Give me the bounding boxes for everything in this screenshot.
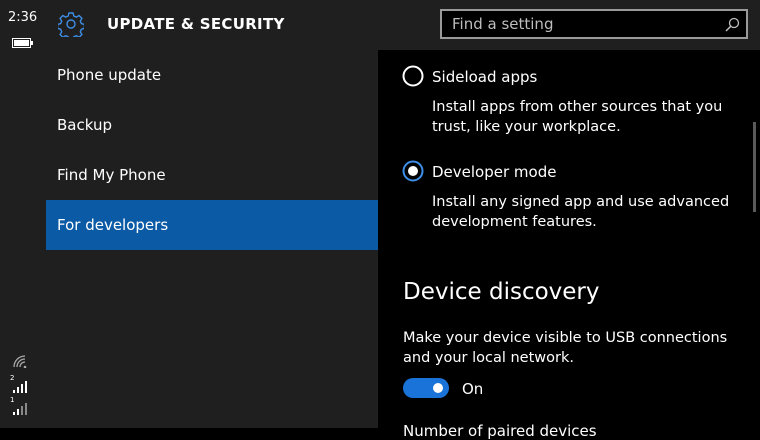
sim1-number: 2 [10,374,15,382]
signal-bars-icon [13,381,27,393]
developer-mode-description: Install any signed app and use advanced … [432,194,730,230]
sidebar-item-phone-update[interactable]: Phone update [46,50,378,100]
device-discovery-toggle[interactable] [403,378,449,398]
wifi-icon [13,355,27,368]
signal-sim1: 2 [10,374,30,397]
sidebar: Phone update Backup Find My Phone For de… [46,50,378,428]
search-box[interactable] [440,9,748,39]
signal-bars-icon [13,403,27,415]
sidebar-item-for-developers[interactable]: For developers [46,200,378,250]
device-discovery-description: Make your device visible to USB connecti… [403,330,728,366]
search-input[interactable] [442,11,722,37]
sidebar-item-find-my-phone[interactable]: Find My Phone [46,150,378,200]
developer-mode-radio[interactable] [402,160,424,182]
sideload-apps-radio[interactable] [402,65,424,87]
page-title: UPDATE & SECURITY [107,15,285,33]
settings-content: Sideload apps Install apps from other so… [378,50,760,440]
battery-icon [12,38,33,48]
sidebar-item-backup[interactable]: Backup [46,100,378,150]
clock: 2:36 [8,10,38,25]
header: UPDATE & SECURITY [46,0,760,50]
signal-sim2: 1 [10,396,30,419]
gear-icon [58,12,84,37]
sideload-apps-label[interactable]: Sideload apps [432,68,537,86]
sidebar-item-label: For developers [57,216,169,234]
sim2-number: 1 [10,396,15,404]
section-title: Device discovery [403,279,600,305]
sidebar-item-label: Find My Phone [57,166,166,184]
paired-devices-text: Number of paired devices [403,422,597,440]
scrollbar[interactable] [753,122,756,212]
sideload-apps-description: Install apps from other sources that you… [432,99,723,135]
toggle-state-label: On [462,380,484,398]
search-icon[interactable] [724,17,740,33]
developer-mode-label[interactable]: Developer mode [432,163,556,181]
status-bar: 2:36 2 1 [0,0,46,428]
sidebar-item-label: Phone update [57,66,162,84]
toggle-knob [433,383,443,393]
sidebar-item-label: Backup [57,116,112,134]
